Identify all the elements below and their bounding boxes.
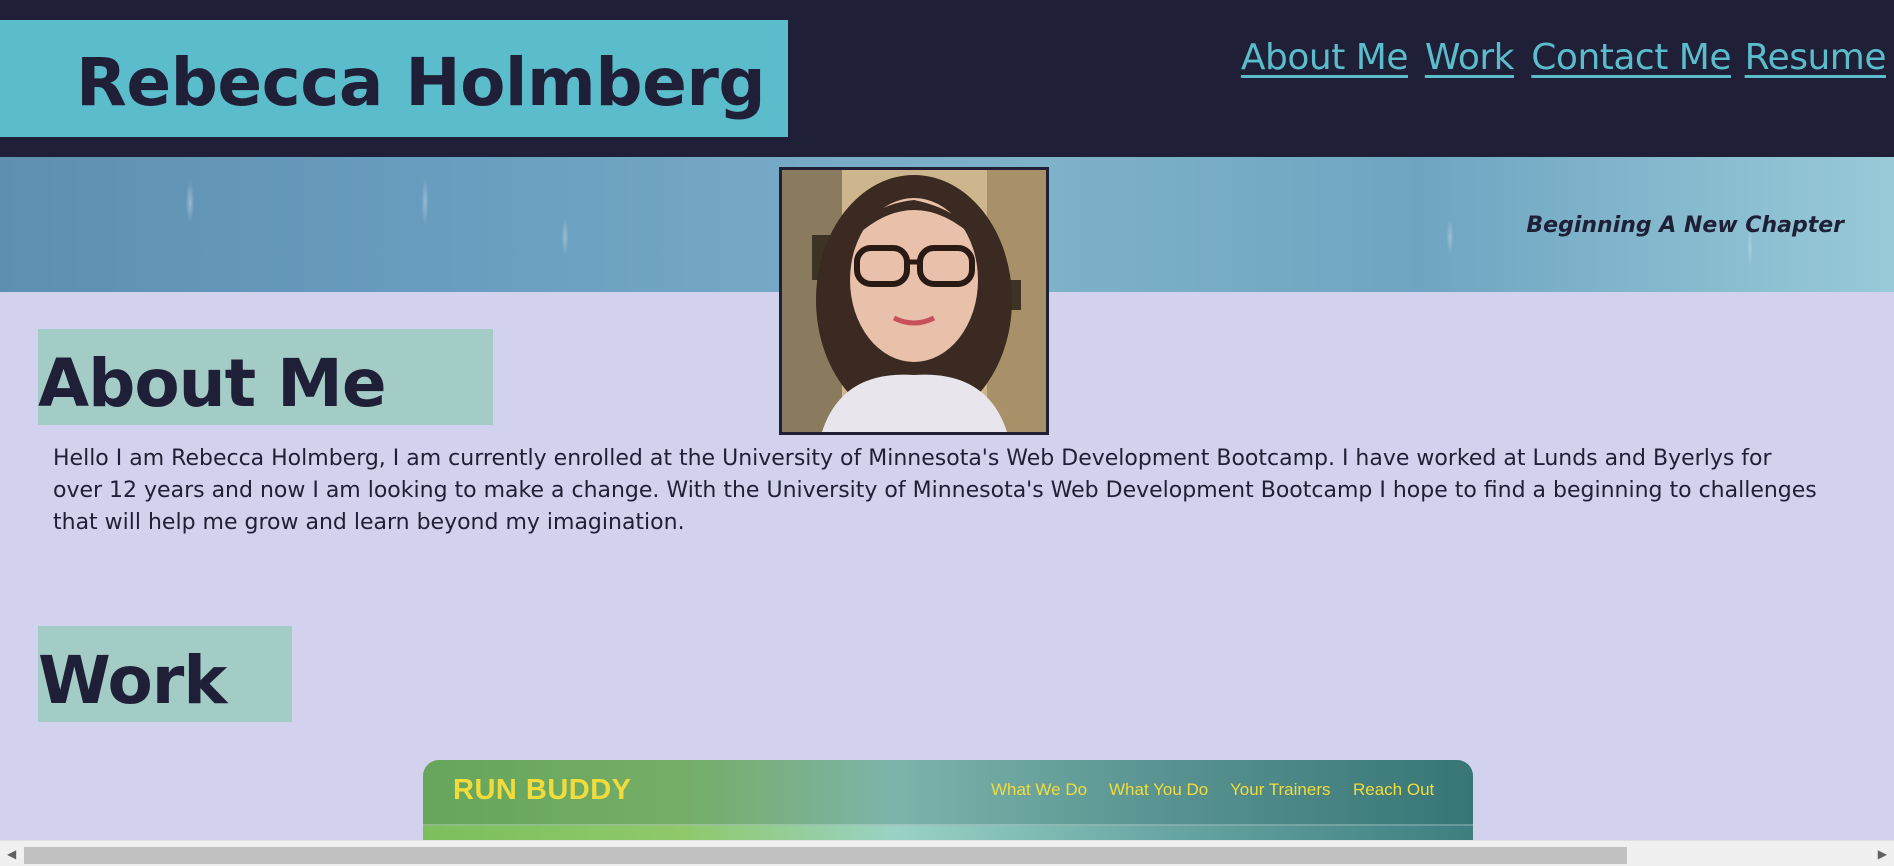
project-logo: RUN BUDDY bbox=[453, 774, 632, 806]
site-header: Rebecca Holmberg About Me Work Contact M… bbox=[0, 0, 1894, 157]
project-nav-item: What We Do bbox=[991, 780, 1088, 799]
nav-work[interactable]: Work bbox=[1425, 33, 1515, 83]
profile-photo bbox=[779, 167, 1049, 435]
profile-photo-image bbox=[782, 170, 1046, 432]
hero-tagline: Beginning A New Chapter bbox=[1526, 213, 1844, 238]
nav-contact-me[interactable]: Contact Me bbox=[1531, 33, 1731, 83]
arrow-right-icon[interactable]: ▶ bbox=[1878, 845, 1887, 863]
project-nav-item: Your Trainers bbox=[1230, 780, 1331, 799]
project-nav-item: Reach Out bbox=[1353, 780, 1435, 799]
arrow-left-icon[interactable]: ◀ bbox=[7, 845, 16, 863]
nav-resume[interactable]: Resume bbox=[1745, 33, 1887, 83]
about-heading: About Me bbox=[38, 329, 493, 425]
site-title: Rebecca Holmberg bbox=[76, 44, 766, 121]
horizontal-scrollbar[interactable]: ◀ ▶ bbox=[0, 840, 1894, 866]
scrollbar-thumb[interactable] bbox=[24, 847, 1627, 864]
about-paragraph: Hello I am Rebecca Holmberg, I am curren… bbox=[53, 446, 1817, 535]
nav-about-me[interactable]: About Me bbox=[1241, 33, 1409, 83]
work-heading: Work bbox=[38, 626, 292, 722]
project-nav-item: What You Do bbox=[1109, 780, 1209, 799]
